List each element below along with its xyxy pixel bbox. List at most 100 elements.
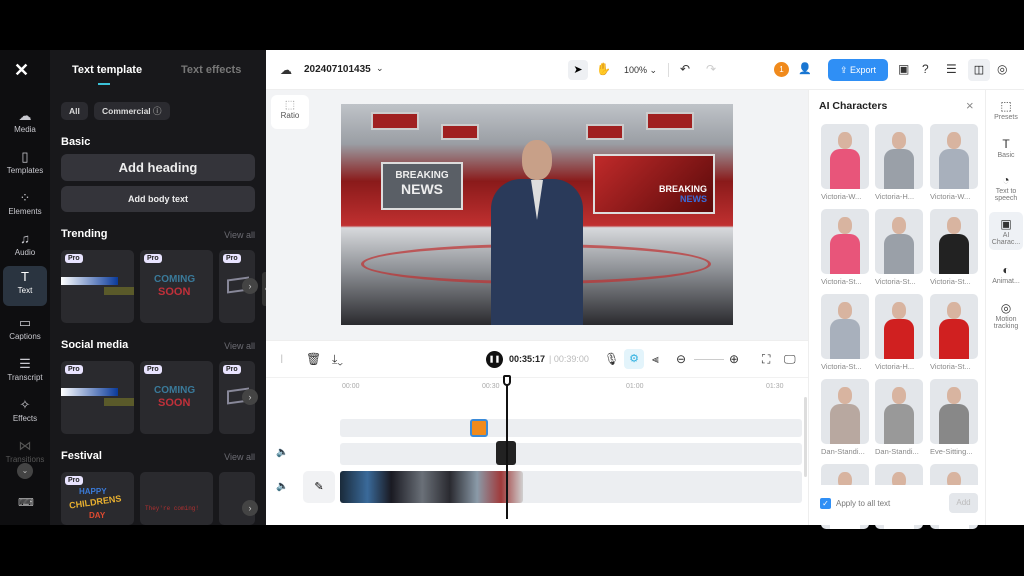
character-card[interactable]	[821, 124, 869, 189]
text-track[interactable]	[340, 419, 802, 437]
layout-toggle-button[interactable]: ◫	[968, 59, 990, 81]
chevron-right-icon[interactable]: ›	[242, 278, 258, 294]
microphone-icon[interactable]: 🎙	[604, 352, 619, 366]
rail-text[interactable]: T Text	[3, 266, 47, 306]
character-card[interactable]	[821, 209, 869, 274]
character-card[interactable]	[821, 294, 869, 359]
video-preview[interactable]: BREAKING NEWS BREAKING NEWS	[341, 104, 733, 325]
add-heading-button[interactable]: Add heading	[61, 154, 255, 181]
chevron-right-icon[interactable]: ›	[242, 389, 258, 405]
apply-all-checkbox[interactable]: ✓	[820, 498, 831, 509]
template-card[interactable]: Pro COMING SOON	[140, 250, 213, 323]
split-screen-icon[interactable]: ⫷	[652, 352, 659, 367]
template-card[interactable]	[219, 472, 255, 525]
magnet-toggle[interactable]: ⚙	[624, 349, 644, 369]
character-card[interactable]	[930, 124, 978, 189]
notification-badge[interactable]: 1	[774, 62, 789, 77]
hand-tool-icon[interactable]: ✋	[596, 62, 611, 76]
keyboard-icon[interactable]: ⌨	[18, 496, 34, 509]
template-card[interactable]: Pro COMING SOON	[140, 361, 213, 434]
character-card[interactable]	[821, 379, 869, 444]
zoom-in-icon[interactable]: ⊕	[729, 352, 739, 366]
audio-track-icon[interactable]: 🔈	[276, 447, 288, 458]
chevron-down-icon[interactable]: ⌄	[376, 63, 384, 74]
video-audio-icon[interactable]: 🔈	[276, 481, 288, 492]
zoom-select[interactable]: 100% ⌄	[624, 65, 657, 76]
zoom-slider[interactable]	[694, 359, 724, 360]
character-card[interactable]	[875, 294, 923, 359]
expand-more-button[interactable]: ⌄	[17, 463, 33, 479]
download-icon[interactable]: ⤓⌄	[332, 352, 343, 367]
rail-ai-characters[interactable]: ▣ AI Charac...	[989, 212, 1023, 250]
split-icon[interactable]: I	[280, 352, 283, 366]
rail-effects[interactable]: ✧ Effects	[3, 394, 47, 432]
timeline-scrollbar[interactable]	[804, 397, 807, 477]
rail-templates[interactable]: ▯ Templates	[3, 146, 47, 184]
rail-basic[interactable]: T Basic	[989, 136, 1023, 159]
rail-label: Text to speech	[994, 188, 1018, 202]
rail-media[interactable]: ☁ Media	[3, 105, 47, 143]
filter-all[interactable]: All	[61, 102, 88, 120]
rail-motion-tracking[interactable]: ◎ Motion tracking	[989, 300, 1023, 330]
rail-transcript[interactable]: ☰ Transcript	[3, 353, 47, 391]
undo-icon[interactable]: ↶	[680, 62, 690, 76]
stack-icon[interactable]: ☰	[946, 62, 957, 76]
select-tool-button[interactable]: ➤	[568, 60, 588, 80]
total-time-value: 00:39:00	[553, 354, 589, 364]
view-all-festival[interactable]: View all	[224, 452, 255, 462]
template-card[interactable]: Pro	[61, 250, 134, 323]
redo-icon[interactable]: ↷	[706, 62, 716, 76]
collaborator-icon[interactable]: 👤	[798, 62, 812, 75]
rail-tts[interactable]: ◔ Text to speech	[989, 172, 1023, 202]
playhead[interactable]	[506, 376, 508, 519]
view-all-social[interactable]: View all	[224, 341, 255, 351]
character-card[interactable]	[875, 379, 923, 444]
delete-icon[interactable]: 🗑	[306, 352, 321, 366]
help-icon[interactable]: ?	[922, 62, 929, 76]
monitor-icon[interactable]: 🖵	[784, 352, 796, 367]
edit-cover-button[interactable]: ✎	[303, 471, 335, 503]
character-card[interactable]	[875, 124, 923, 189]
character-name: Victoria-St...	[821, 277, 862, 286]
template-card[interactable]: They're coming!	[140, 472, 213, 525]
card-text: SOON	[158, 397, 191, 409]
rail-elements[interactable]: ⁘ Elements	[3, 187, 47, 225]
character-card[interactable]	[930, 379, 978, 444]
template-card[interactable]: Pro HAPPY CHILDRENS DAY	[61, 472, 134, 525]
playhead-handle[interactable]	[503, 375, 511, 386]
character-card[interactable]	[930, 294, 978, 359]
view-all-trending[interactable]: View all	[224, 230, 255, 240]
tab-text-effects[interactable]: Text effects	[181, 64, 241, 76]
pro-badge: Pro	[65, 365, 83, 374]
fullscreen-icon[interactable]: ⛶	[762, 352, 770, 367]
rail-audio[interactable]: ♫ Audio	[3, 228, 47, 266]
pro-badge: Pro	[144, 254, 162, 263]
settings-icon[interactable]: ◎	[997, 62, 1007, 76]
chevron-right-icon[interactable]: ›	[242, 500, 258, 516]
tab-text-template[interactable]: Text template	[72, 64, 142, 76]
character-card[interactable]	[875, 209, 923, 274]
character-card[interactable]	[930, 209, 978, 274]
close-icon[interactable]: ×	[966, 98, 974, 113]
rail-label: AI Charac...	[991, 232, 1021, 246]
text-clip[interactable]	[470, 419, 488, 437]
device-icon[interactable]: ▣	[898, 62, 909, 76]
text-icon: T	[1002, 137, 1010, 151]
rail-label: Text	[17, 286, 33, 295]
video-clip[interactable]	[340, 471, 523, 503]
ai-character-track[interactable]	[340, 443, 802, 465]
add-body-text-button[interactable]: Add body text	[61, 186, 255, 212]
filter-commercial[interactable]: Commercial ⓘ	[94, 102, 170, 120]
zoom-out-icon[interactable]: ⊖	[676, 352, 686, 366]
ratio-button[interactable]: ⬚ Ratio	[271, 95, 309, 129]
rail-captions[interactable]: ▭ Captions	[3, 312, 47, 350]
top-bar: ☁ 202407101435 ⌄ ➤ ✋ 100% ⌄ ↶ ↷ 1 👤 ⇪ Ex…	[266, 50, 1024, 90]
rail-presets[interactable]: ⬚ Presets	[989, 98, 1023, 121]
tick-label: 00:00	[342, 383, 360, 390]
add-button[interactable]: Add	[949, 493, 978, 513]
rail-animation[interactable]: ◐ Animat...	[989, 262, 1023, 285]
pause-button[interactable]: ❚❚	[486, 351, 503, 368]
template-card[interactable]: Pro	[61, 361, 134, 434]
export-button[interactable]: ⇪ Export	[828, 59, 888, 81]
project-name[interactable]: 202407101435	[304, 64, 371, 75]
